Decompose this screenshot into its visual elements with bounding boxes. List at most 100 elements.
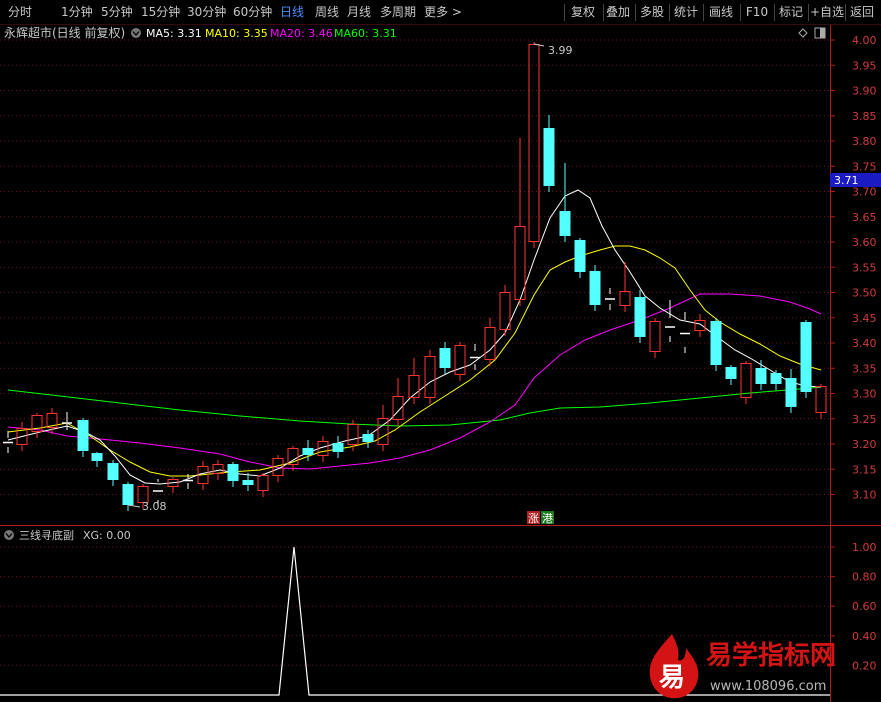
candle-down bbox=[770, 370, 782, 390]
diamond-icon[interactable] bbox=[798, 28, 808, 38]
candle-down bbox=[107, 460, 119, 486]
candle-down bbox=[800, 320, 812, 398]
settings-toggle-icon[interactable] bbox=[131, 28, 141, 38]
period-toolbar: 分时 1分钟 5分钟 15分钟 30分钟 60分钟 日线 周线 月线 多周期 更… bbox=[0, 0, 881, 25]
candle-up bbox=[392, 378, 404, 426]
back-button[interactable]: 返回 bbox=[843, 0, 881, 25]
add-watchlist-button[interactable]: +自选 bbox=[808, 0, 846, 25]
price-label: 3.20 bbox=[852, 438, 877, 451]
price-label: 3.60 bbox=[852, 236, 877, 249]
candle-up bbox=[347, 420, 359, 451]
low-marker: 3.08 bbox=[127, 500, 167, 513]
candle-up bbox=[317, 436, 329, 462]
price-label: 3.70 bbox=[852, 186, 877, 199]
sub-axis-label: 0.80 bbox=[852, 571, 877, 584]
ma20-value: MA20: 3.46 bbox=[270, 27, 333, 40]
price-label: 3.10 bbox=[852, 489, 877, 502]
period-tab[interactable]: 60分钟 bbox=[233, 0, 272, 25]
candle-up bbox=[815, 384, 827, 419]
candle-up bbox=[424, 350, 436, 404]
watermark-url: www.108096.com bbox=[710, 679, 826, 694]
candle-down bbox=[227, 462, 239, 487]
fuquan-button[interactable]: 复权 bbox=[564, 0, 602, 25]
period-tab[interactable]: 5分钟 bbox=[101, 0, 133, 25]
period-tab[interactable]: 分时 bbox=[8, 0, 32, 25]
candle-up bbox=[167, 477, 179, 493]
period-tab[interactable]: 30分钟 bbox=[187, 0, 226, 25]
price-label: 3.85 bbox=[852, 110, 877, 123]
zhang-badge-label: 涨 bbox=[528, 512, 539, 525]
candle-down bbox=[785, 369, 797, 413]
flame-logo-icon: 易 bbox=[649, 634, 699, 699]
price-label: 3.50 bbox=[852, 287, 877, 300]
price-label: 3.30 bbox=[852, 388, 877, 401]
candle-down bbox=[543, 115, 555, 192]
statistics-button[interactable]: 统计 bbox=[667, 0, 705, 25]
candlesticks bbox=[3, 42, 827, 511]
period-tab[interactable]: 15分钟 bbox=[141, 0, 180, 25]
price-label: 3.15 bbox=[852, 463, 877, 476]
sub-legend: 三线寻底副 XG: 0.00 bbox=[4, 528, 131, 542]
site-watermark: 易 易学指标网 www.108096.com bbox=[649, 634, 836, 699]
low-price-label: 3.08 bbox=[142, 500, 167, 513]
price-label: 3.75 bbox=[852, 160, 877, 173]
high-marker: 3.99 bbox=[533, 43, 573, 57]
period-tab[interactable]: 多周期 bbox=[380, 0, 416, 25]
period-tab-active[interactable]: 日线 bbox=[280, 0, 304, 25]
window-toggle-icon[interactable] bbox=[814, 27, 826, 39]
kline-chart[interactable]: 4.00 3.95 3.90 3.85 3.80 3.75 3.70 3.65 3.60 3.55… bbox=[0, 25, 881, 702]
period-tab[interactable]: 1分钟 bbox=[61, 0, 93, 25]
f10-button[interactable]: F10 bbox=[738, 0, 776, 25]
sub-settings-icon[interactable] bbox=[4, 530, 14, 540]
candle-up bbox=[499, 285, 511, 336]
candle-up bbox=[257, 473, 269, 497]
more-menu[interactable]: 更多 > bbox=[424, 0, 462, 25]
candle-down bbox=[470, 344, 480, 370]
logo-char: 易 bbox=[659, 663, 685, 693]
sub-axis-label: 1.00 bbox=[852, 541, 877, 554]
ma10-value: MA10: 3.35 bbox=[205, 27, 268, 40]
candle-down bbox=[710, 318, 722, 371]
candle-down bbox=[242, 473, 254, 491]
draw-line-button[interactable]: 画线 bbox=[702, 0, 740, 25]
candle-up bbox=[514, 138, 526, 306]
candle-down bbox=[439, 342, 451, 374]
period-tab[interactable]: 周线 bbox=[315, 0, 339, 25]
current-price-tag: 3.71 bbox=[830, 173, 881, 187]
badges: 涨 港 bbox=[527, 511, 554, 525]
price-grid bbox=[0, 39, 830, 495]
price-label: 3.25 bbox=[852, 413, 877, 426]
period-tab[interactable]: 月线 bbox=[347, 0, 371, 25]
candle-up bbox=[740, 361, 752, 404]
stock-title: 永辉超市(日线 前复权) bbox=[4, 25, 125, 40]
candle-up bbox=[649, 318, 661, 358]
price-label: 3.65 bbox=[852, 211, 877, 224]
sub-axis-label: 0.60 bbox=[852, 600, 877, 613]
mark-button[interactable]: 标记 bbox=[772, 0, 810, 25]
watermark-title: 易学指标网 bbox=[706, 640, 836, 671]
indicator-value: XG: 0.00 bbox=[83, 529, 131, 542]
ma5-value: MA5: 3.31 bbox=[146, 27, 202, 40]
high-price-label: 3.99 bbox=[548, 44, 573, 57]
candle-down bbox=[574, 238, 586, 278]
ma60-line bbox=[7, 386, 822, 427]
current-price-label: 3.71 bbox=[834, 174, 859, 187]
multi-stock-button[interactable]: 多股 bbox=[633, 0, 671, 25]
candle-up bbox=[454, 342, 466, 381]
candle-down bbox=[589, 265, 601, 311]
price-label: 4.00 bbox=[852, 34, 877, 47]
gang-badge-label: 港 bbox=[542, 512, 553, 525]
price-label: 3.40 bbox=[852, 337, 877, 350]
candle-up bbox=[31, 413, 43, 438]
price-label: 3.90 bbox=[852, 85, 877, 98]
candle-up bbox=[484, 318, 496, 366]
indicator-name: 三线寻底副 bbox=[19, 528, 74, 542]
candle-down bbox=[122, 482, 134, 511]
price-label: 3.95 bbox=[852, 59, 877, 72]
candle-down bbox=[634, 290, 646, 343]
price-label: 3.55 bbox=[852, 261, 877, 274]
price-label: 3.35 bbox=[852, 362, 877, 375]
candle-down bbox=[77, 418, 89, 457]
overlay-button[interactable]: 叠加 bbox=[599, 0, 637, 25]
ma60-value: MA60: 3.31 bbox=[334, 27, 397, 40]
